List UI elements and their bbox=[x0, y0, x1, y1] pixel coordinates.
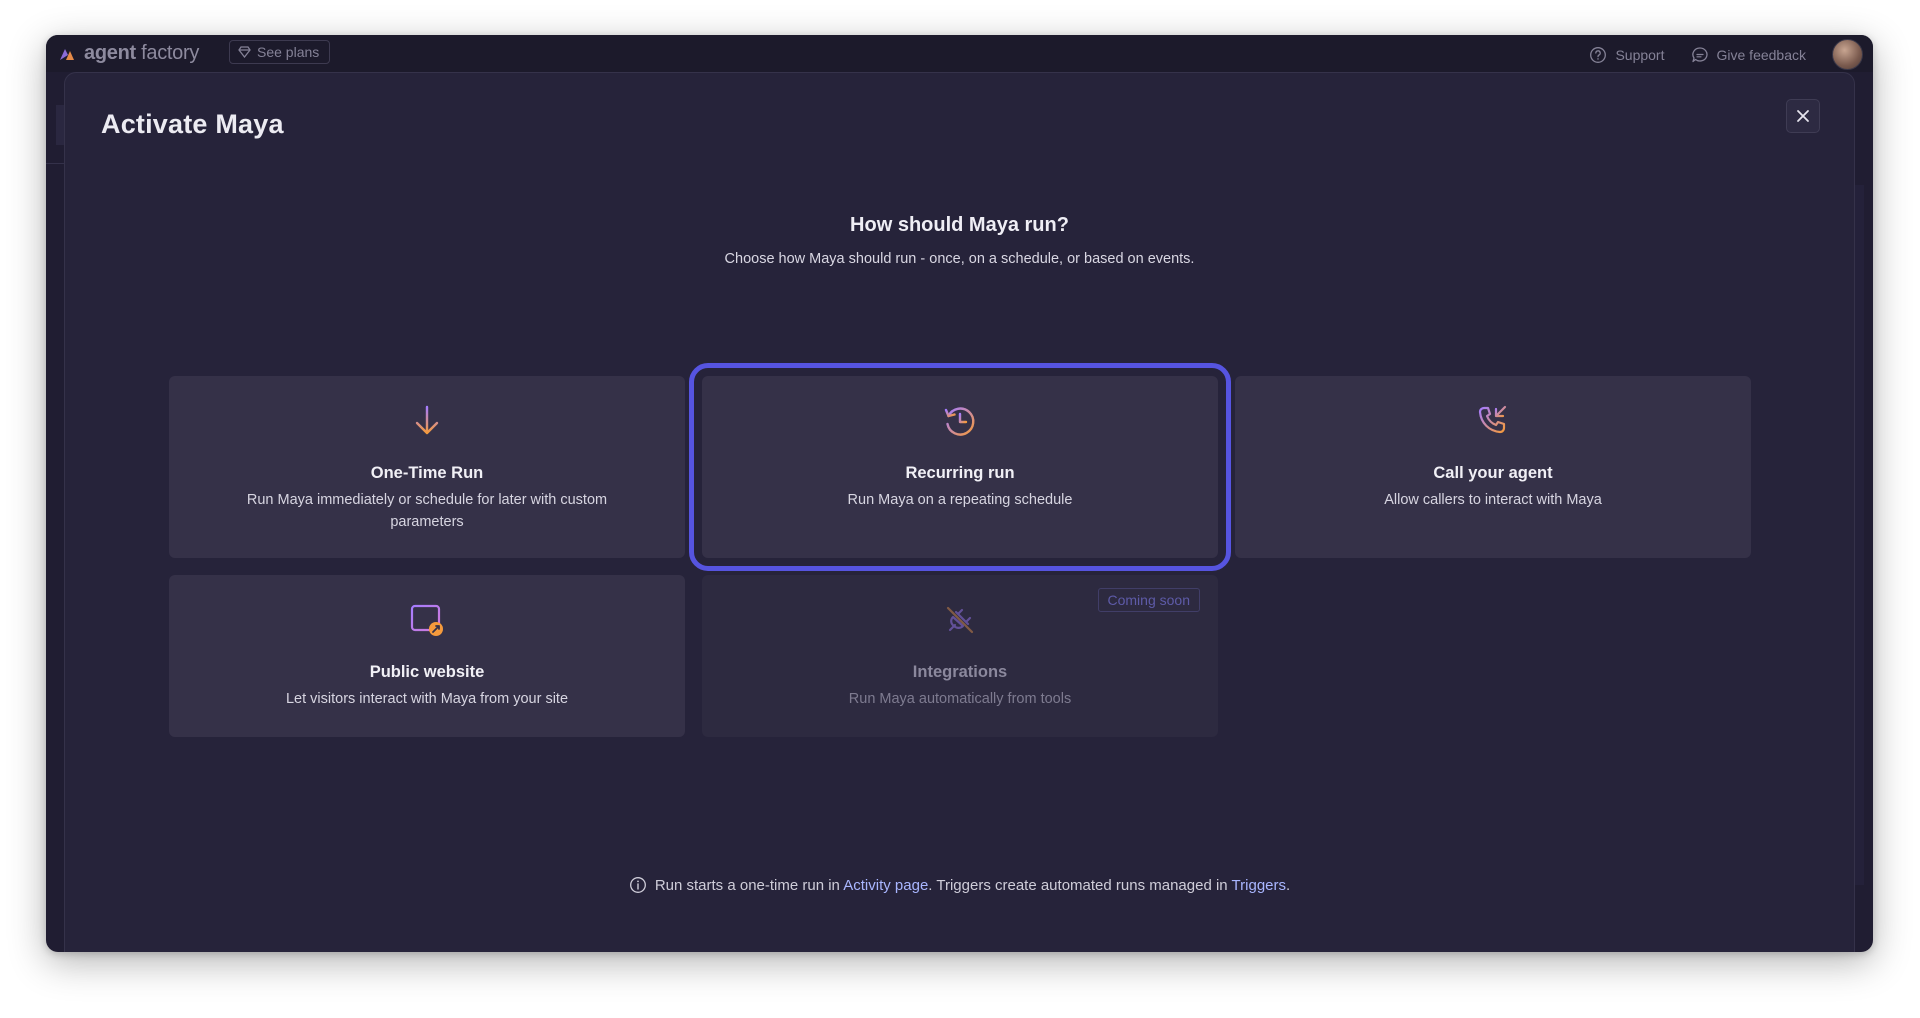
see-plans-button[interactable]: See plans bbox=[229, 40, 331, 64]
run-mode-subheading: Choose how Maya should run - once, on a … bbox=[724, 251, 1195, 267]
option-description: Run Maya on a repeating schedule bbox=[847, 492, 1073, 508]
brand-name-bold: agent bbox=[84, 42, 136, 64]
arrow-down-icon bbox=[408, 402, 446, 440]
help-circle-icon bbox=[1590, 46, 1607, 63]
see-plans-label: See plans bbox=[257, 44, 320, 60]
activate-modal: Activate Maya How should Maya run? Choos… bbox=[64, 72, 1855, 952]
brand-name-light: factory bbox=[141, 42, 200, 64]
brand[interactable]: agent factory bbox=[58, 42, 199, 65]
option-call-your-agent[interactable]: Call your agent Allow callers to interac… bbox=[1235, 376, 1751, 558]
brand-name: agent factory bbox=[84, 42, 199, 65]
app-window: agent factory See plans Support Give fee… bbox=[46, 35, 1873, 952]
option-one-time-run[interactable]: One-Time Run Run Maya immediately or sch… bbox=[169, 376, 685, 558]
give-feedback-label: Give feedback bbox=[1716, 46, 1807, 63]
history-clock-icon bbox=[941, 402, 979, 440]
close-button[interactable] bbox=[1786, 99, 1820, 133]
option-title: Public website bbox=[369, 663, 485, 681]
activity-page-link[interactable]: Activity page bbox=[843, 877, 928, 894]
footer-text-middle: . Triggers create automated runs managed… bbox=[928, 876, 1228, 894]
footer-text-before: Run starts a one-time run in bbox=[654, 876, 840, 894]
background-panel bbox=[1854, 185, 1864, 885]
footer-text-after: . bbox=[1286, 876, 1291, 894]
footer-text: Run starts a one-time run in Activity pa… bbox=[655, 877, 1290, 894]
close-icon bbox=[1797, 110, 1809, 122]
triggers-link[interactable]: Triggers bbox=[1232, 877, 1286, 894]
option-title: Recurring run bbox=[905, 464, 1015, 482]
run-mode-heading: How should Maya run? bbox=[850, 214, 1069, 236]
user-avatar[interactable] bbox=[1832, 39, 1863, 70]
option-integrations: Coming soon Integrations Run Maya automa… bbox=[702, 575, 1218, 737]
top-bar-actions: Support Give feedback bbox=[1589, 39, 1863, 70]
give-feedback-link[interactable]: Give feedback bbox=[1691, 46, 1807, 64]
option-title: One-Time Run bbox=[370, 464, 484, 482]
option-description: Run Maya immediately or schedule for lat… bbox=[246, 492, 608, 530]
option-description: Run Maya automatically from tools bbox=[848, 691, 1072, 707]
chat-bubble-icon bbox=[1691, 46, 1708, 62]
modal-title: Activate Maya bbox=[101, 109, 284, 139]
option-recurring-run[interactable]: Recurring run Run Maya on a repeating sc… bbox=[689, 363, 1231, 571]
plug-off-icon bbox=[941, 601, 979, 639]
option-title: Call your agent bbox=[1433, 464, 1553, 482]
info-icon bbox=[629, 877, 646, 893]
option-description: Allow callers to interact with Maya bbox=[1384, 492, 1602, 508]
agent-factory-logo-icon bbox=[60, 48, 74, 60]
support-label: Support bbox=[1615, 46, 1665, 63]
diamond-icon bbox=[238, 46, 251, 58]
top-bar: agent factory See plans Support Give fee… bbox=[46, 35, 1873, 72]
option-public-website[interactable]: Public website Let visitors interact wit… bbox=[169, 575, 685, 737]
option-description: Let visitors interact with Maya from you… bbox=[285, 691, 569, 707]
footer-note: Run starts a one-time run in Activity pa… bbox=[65, 876, 1854, 894]
browser-window-icon bbox=[408, 601, 446, 639]
coming-soon-badge: Coming soon bbox=[1097, 588, 1200, 612]
option-title: Integrations bbox=[912, 663, 1008, 681]
phone-incoming-icon bbox=[1474, 402, 1512, 440]
support-link[interactable]: Support bbox=[1589, 46, 1665, 64]
